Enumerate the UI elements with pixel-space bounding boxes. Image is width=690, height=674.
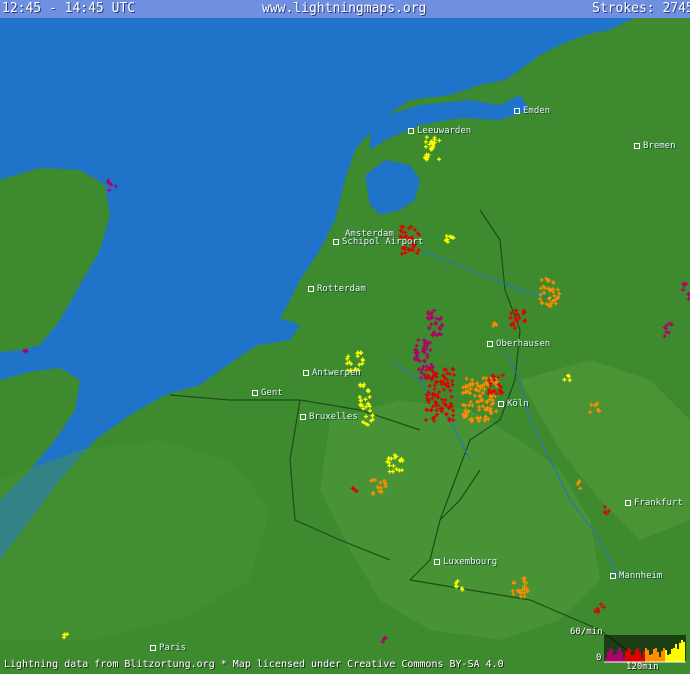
city-marker-icon bbox=[303, 369, 309, 376]
legend-bar bbox=[649, 655, 651, 662]
city-label: Luxembourg bbox=[434, 557, 497, 567]
legend-bar bbox=[681, 640, 683, 662]
legend-bar bbox=[625, 651, 627, 662]
legend-bar bbox=[655, 648, 657, 662]
legend-bar bbox=[657, 652, 659, 662]
city-label: Rotterdam bbox=[308, 284, 366, 294]
footer-credit: Lightning data from Blitzortung.org * Ma… bbox=[4, 659, 504, 670]
city-label: Frankfurt bbox=[625, 498, 683, 508]
map-background bbox=[0, 0, 690, 674]
city-marker-icon bbox=[487, 340, 493, 347]
legend-bar bbox=[675, 644, 677, 662]
legend-bar bbox=[669, 654, 671, 662]
legend-bar bbox=[623, 658, 625, 662]
city-label: Mannheim bbox=[610, 571, 662, 581]
legend-bar bbox=[671, 649, 673, 662]
legend-time-label: 120min bbox=[626, 662, 659, 672]
legend-bar bbox=[613, 655, 615, 662]
legend-bar bbox=[633, 654, 635, 662]
legend-bar bbox=[631, 655, 633, 662]
legend-bar bbox=[661, 651, 663, 662]
legend-bar bbox=[647, 650, 649, 662]
city-marker-icon bbox=[625, 499, 631, 506]
legend-bar bbox=[621, 652, 623, 662]
legend-bar bbox=[659, 657, 661, 662]
city-marker-icon bbox=[300, 413, 306, 420]
city-label: Bruxelles bbox=[300, 412, 358, 422]
legend-bar bbox=[679, 643, 681, 662]
legend-bar bbox=[609, 648, 611, 662]
city-marker-icon bbox=[333, 238, 339, 245]
strokes-count: Strokes: 2745 bbox=[592, 1, 690, 16]
legend-bar bbox=[607, 652, 609, 662]
city-marker-icon bbox=[514, 107, 520, 114]
city-label: Leeuwarden bbox=[408, 126, 471, 136]
city-marker-icon bbox=[434, 558, 440, 565]
city-marker-icon bbox=[408, 127, 414, 134]
city-label: Gent bbox=[252, 388, 283, 398]
legend-bar bbox=[667, 655, 669, 662]
city-marker-icon bbox=[610, 572, 616, 579]
legend-bar bbox=[637, 648, 639, 662]
legend-bar bbox=[683, 642, 685, 662]
legend-zero-label: 0 bbox=[596, 653, 602, 663]
legend-bar bbox=[635, 649, 637, 662]
legend-bar bbox=[639, 652, 641, 662]
legend-bar bbox=[651, 654, 653, 662]
legend-bar bbox=[611, 649, 613, 662]
site-link[interactable]: www.lightningmaps.org bbox=[262, 0, 426, 18]
lightning-map[interactable]: 12:45 - 14:45 UTC www.lightningmaps.org … bbox=[0, 0, 690, 674]
legend-bar bbox=[629, 649, 631, 662]
legend-bar bbox=[673, 648, 675, 662]
strike-rate-legend: 60/min 0 120min bbox=[570, 625, 688, 673]
legend-bar bbox=[617, 649, 619, 662]
legend-bar bbox=[645, 648, 647, 662]
legend-bar bbox=[627, 648, 629, 662]
legend-bar bbox=[615, 654, 617, 662]
legend-bar bbox=[677, 649, 679, 662]
city-marker-icon bbox=[252, 389, 258, 396]
city-label: Emden bbox=[514, 106, 550, 116]
legend-bar bbox=[663, 648, 665, 662]
legend-bar bbox=[605, 658, 607, 662]
legend-bar bbox=[665, 650, 667, 662]
legend-bar bbox=[619, 648, 621, 662]
city-label: Antwerpen bbox=[303, 368, 361, 378]
city-label: Bremen bbox=[634, 141, 676, 151]
city-marker-icon bbox=[498, 400, 504, 407]
city-label: Paris bbox=[150, 643, 186, 653]
time-range: 12:45 - 14:45 UTC bbox=[2, 1, 136, 16]
city-marker-icon bbox=[150, 644, 156, 651]
city-label: Oberhausen bbox=[487, 339, 550, 349]
city-marker-icon bbox=[308, 285, 314, 292]
legend-bar bbox=[653, 649, 655, 662]
legend-rate-label: 60/min bbox=[570, 627, 603, 637]
header-bar: 12:45 - 14:45 UTC www.lightningmaps.org … bbox=[0, 0, 690, 18]
city-marker-icon bbox=[634, 142, 640, 149]
city-label: Schipol Airport bbox=[333, 237, 423, 247]
city-label: Köln bbox=[498, 399, 529, 409]
legend-bar bbox=[643, 651, 645, 662]
